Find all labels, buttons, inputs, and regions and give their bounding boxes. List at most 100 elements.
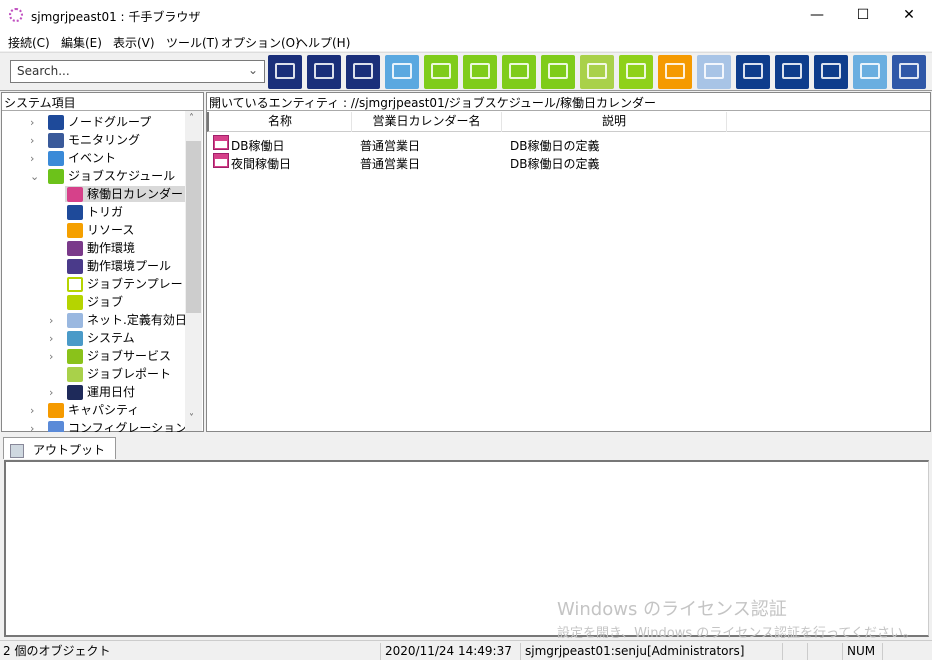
menu-help[interactable]: ヘルプ(H) (296, 34, 350, 51)
chevron-right-icon[interactable]: › (30, 152, 40, 165)
menu-options[interactable]: オプション(O) (221, 34, 300, 51)
tree-item-content: モニタリング (46, 132, 142, 148)
tree-item[interactable]: ジョブテンプレート (49, 275, 185, 293)
tree-item[interactable]: トリガ (49, 203, 125, 221)
tab-output-view[interactable]: アウトプットビュー (3, 437, 116, 474)
tree-item[interactable]: ⌄ ジョブスケジュール (30, 167, 177, 185)
export-gear-icon[interactable] (736, 55, 770, 89)
search-input[interactable]: Search... ⌄ (10, 60, 265, 83)
column-calendar[interactable]: 営業日カレンダー名 (352, 112, 502, 132)
tree-item-content: コンフィグレーション (46, 420, 185, 432)
tree-item[interactable]: › ジョブサービス (49, 347, 173, 365)
scrollbar-thumb[interactable] (186, 141, 201, 313)
status-object-count: 2 個のオブジェクト (3, 644, 111, 658)
table-row[interactable]: 夜間稼働日 普通営業日 DB稼働日の定義 (213, 153, 913, 171)
column-name[interactable]: 名称 (209, 112, 352, 132)
chevron-right-icon[interactable]: › (30, 116, 40, 129)
calendar-icon (213, 153, 229, 168)
tree-item-content: イベント (46, 150, 118, 166)
tree-item-content: ジョブスケジュール (46, 168, 177, 184)
environment-pool-icon (67, 259, 83, 274)
export-camera-icon[interactable] (814, 55, 848, 89)
puzzle-icon[interactable] (697, 55, 731, 89)
monitor-icon[interactable] (307, 55, 341, 89)
cell-description: DB稼働日の定義 (510, 157, 600, 171)
tree-item[interactable]: › コンフィグレーション (30, 419, 185, 432)
splitter[interactable] (0, 433, 932, 437)
radar-icon[interactable] (892, 55, 926, 89)
status-bar: 2 個のオブジェクト 2020/11/24 14:49:37 sjmgrjpea… (0, 640, 932, 660)
tree-item[interactable]: 動作環境プール (49, 257, 173, 275)
job-gear-icon[interactable] (424, 55, 458, 89)
tree-scrollbar[interactable]: ˄ ˅ (185, 111, 202, 431)
minimize-button[interactable]: — (794, 0, 840, 32)
tree-item-content: リソース (65, 222, 136, 238)
activation-watermark-text: 設定を開き、Windows のライセンス認証を行ってください。 (557, 626, 916, 641)
activation-watermark-title: Windows のライセンス認証 (557, 599, 787, 620)
job-check-icon[interactable] (463, 55, 497, 89)
screen-check-icon[interactable] (541, 55, 575, 89)
chevron-right-icon[interactable]: › (30, 422, 40, 432)
capacity-chart-icon[interactable] (658, 55, 692, 89)
tree-item[interactable]: › キャパシティ (30, 401, 141, 419)
scroll-up-icon[interactable]: ˄ (189, 113, 194, 124)
tree-item[interactable]: ジョブ (49, 293, 125, 311)
status-datetime: 2020/11/24 14:49:37 (380, 643, 520, 660)
export-check-icon[interactable] (775, 55, 809, 89)
bar-report-icon[interactable] (580, 55, 614, 89)
job-camera-icon[interactable] (502, 55, 536, 89)
tree-item[interactable]: 動作環境 (49, 239, 137, 257)
table-row[interactable]: DB稼働日 普通営業日 DB稼働日の定義 (213, 135, 913, 153)
tree-item[interactable]: › 運用日付 (49, 383, 137, 401)
gantt-report-icon[interactable] (619, 55, 653, 89)
status-empty-1 (782, 643, 807, 660)
tree-item-label: コンフィグレーション (68, 421, 185, 432)
entity-panel: 開いているエンティティ : //sjmgrjpeast01/ジョブスケジュール/… (206, 92, 931, 432)
scroll-down-icon[interactable]: ˅ (189, 413, 194, 424)
tree-item[interactable]: リソース (49, 221, 136, 239)
column-description[interactable]: 説明 (502, 112, 727, 132)
chevron-right-icon[interactable]: › (49, 332, 59, 345)
tree-item[interactable]: › モニタリング (30, 131, 142, 149)
chevron-right-icon[interactable]: › (30, 404, 40, 417)
menu-view[interactable]: 表示(V) (113, 34, 155, 51)
close-button[interactable]: ✕ (886, 0, 932, 32)
chevron-right-icon[interactable]: › (49, 386, 59, 399)
event-icon (48, 151, 64, 166)
app-logo-icon (9, 8, 23, 22)
menu-edit[interactable]: 編集(E) (61, 34, 102, 51)
menu-tools[interactable]: ツール(T) (166, 34, 219, 51)
menu-connect[interactable]: 接続(C) (8, 34, 50, 51)
chevron-right-icon[interactable]: › (49, 314, 59, 327)
tree-item-content: 動作環境 (65, 240, 137, 256)
maximize-button[interactable]: ☐ (840, 0, 886, 32)
tree-item[interactable]: › ノードグループ (30, 113, 153, 131)
chevron-down-icon[interactable]: ⌄ (248, 63, 258, 77)
chevron-right-icon[interactable]: › (49, 350, 59, 363)
chevron-down-icon[interactable]: ⌄ (30, 170, 40, 183)
message-icon[interactable] (385, 55, 419, 89)
tree-item[interactable]: › ネット.定義有効日 (49, 311, 185, 329)
tree-item[interactable]: 稼働日カレンダー (49, 185, 185, 203)
job-service-icon (67, 349, 83, 364)
log-file-icon[interactable] (853, 55, 887, 89)
window-title: sjmgrjpeast01 : 千手ブラウザ (31, 10, 201, 24)
tree-item-label: 動作環境 (87, 241, 136, 255)
menu-bar: 接続(C) 編集(E) 表示(V) ツール(T) オプション(O) ヘルプ(H) (0, 32, 932, 51)
tree-item-label: ジョブサービス (87, 349, 172, 363)
tree-item[interactable]: › システム (49, 329, 137, 347)
tree-item-label: リソース (87, 223, 135, 237)
node-group-monitor-icon[interactable] (268, 55, 302, 89)
tree-item[interactable]: ジョブレポート (49, 365, 173, 383)
tree-item-content: ジョブ (65, 294, 125, 310)
chevron-right-icon[interactable]: › (30, 134, 40, 147)
output-area[interactable] (4, 460, 929, 637)
resize-grip[interactable] (882, 643, 932, 660)
monitoring-icon (48, 133, 64, 148)
tree-item[interactable]: › イベント (30, 149, 118, 167)
monitor-database-icon[interactable] (346, 55, 380, 89)
tree-item-content: ノードグループ (46, 114, 153, 130)
tree-item-content: ジョブサービス (65, 348, 173, 364)
job-schedule-icon (48, 169, 64, 184)
tree-item-label: ノードグループ (68, 115, 152, 129)
